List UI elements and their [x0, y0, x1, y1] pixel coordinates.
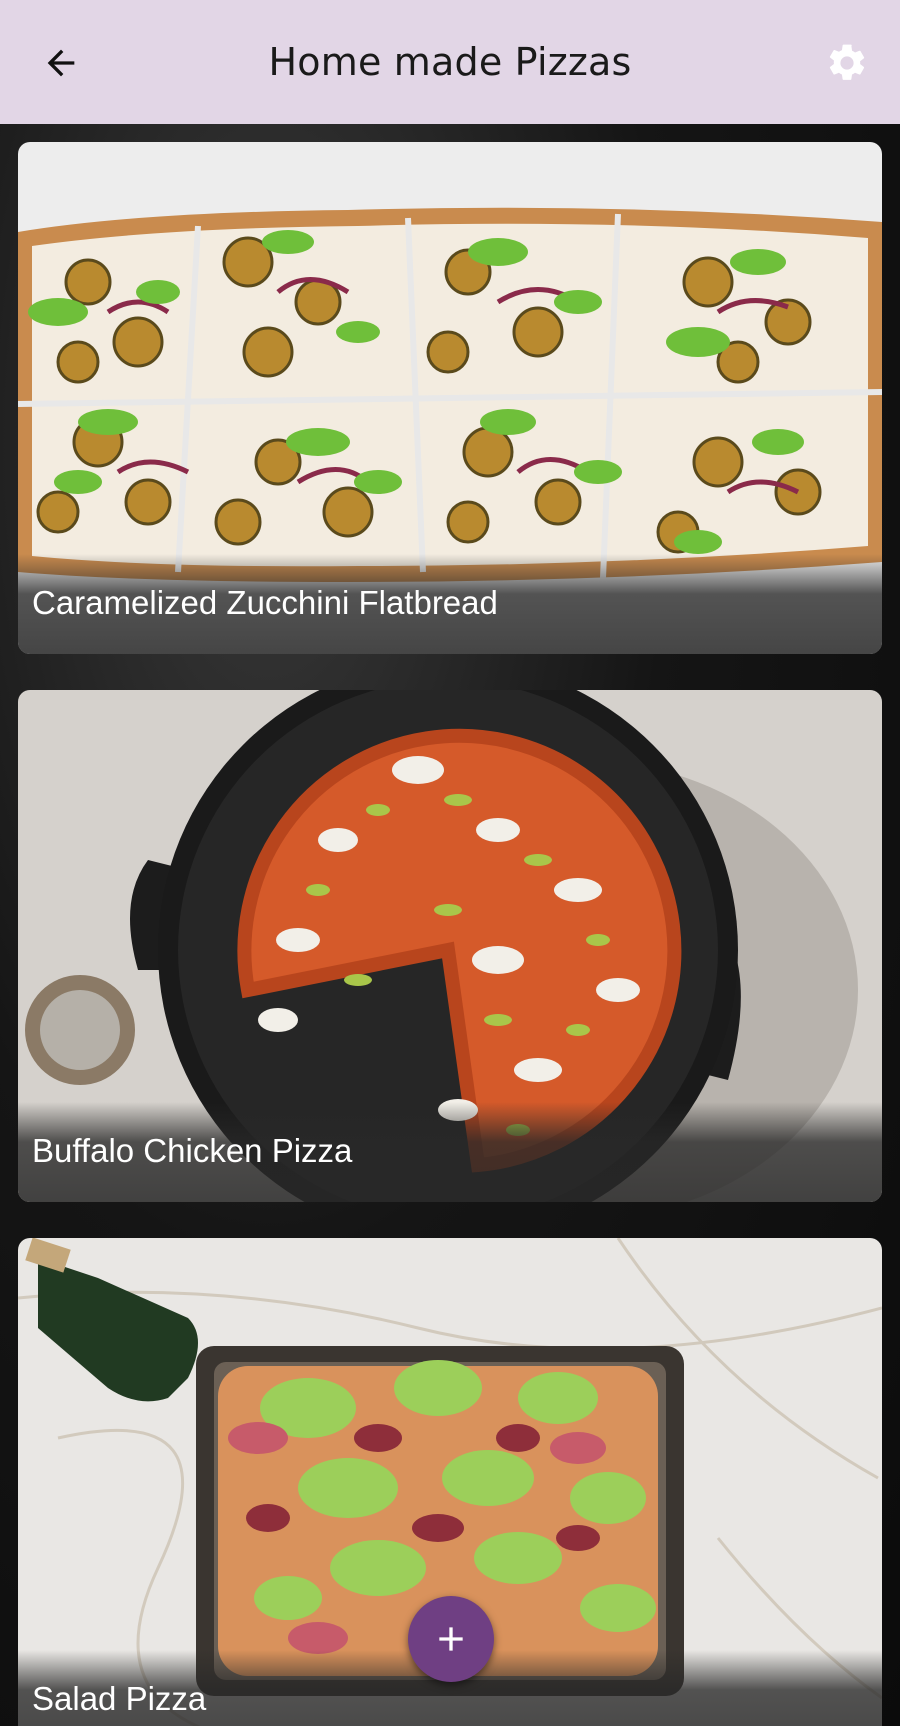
page-title: Home made Pizzas [268, 40, 632, 84]
arrow-left-icon [47, 49, 75, 77]
recipe-title: Buffalo Chicken Pizza [32, 1132, 353, 1169]
recipe-card[interactable]: Caramelized Zucchini Flatbread [18, 142, 882, 654]
recipe-list: Caramelized Zucchini Flatbread Buffalo C… [0, 124, 900, 1726]
settings-button[interactable] [822, 38, 872, 88]
recipe-card[interactable]: Buffalo Chicken Pizza [18, 690, 882, 1202]
gear-icon [829, 44, 865, 80]
back-button[interactable] [36, 38, 86, 88]
add-recipe-button[interactable] [408, 1596, 494, 1682]
plus-icon [439, 1627, 463, 1651]
recipe-title: Caramelized Zucchini Flatbread [32, 584, 498, 621]
recipe-title: Salad Pizza [32, 1680, 207, 1717]
app-bar: Home made Pizzas [0, 0, 900, 124]
